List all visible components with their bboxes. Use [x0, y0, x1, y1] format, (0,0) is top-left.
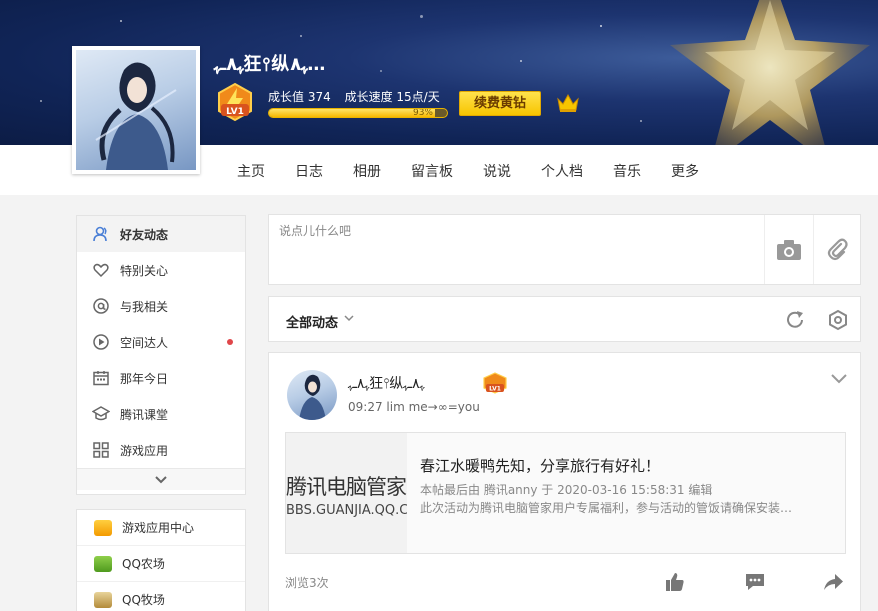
level-lightning-badge-icon[interactable]: LV1: [215, 82, 255, 122]
farm-icon: [94, 555, 112, 572]
sidebar-item-label: 好友动态: [120, 227, 169, 242]
sidebar-item-label: 特别关心: [120, 263, 169, 278]
nav-album[interactable]: 相册: [353, 161, 381, 181]
share-title[interactable]: 春江水暖鸭先知，分享旅行有好礼！: [420, 455, 660, 476]
sidebar-item-game-apps[interactable]: 游戏应用: [77, 432, 245, 468]
share-thumbnail: 腾讯电脑管家 BBS.GUANJIA.QQ.COM: [286, 433, 407, 553]
post-author-avatar[interactable]: [287, 370, 337, 420]
sidebar-item-on-this-day[interactable]: 那年今日: [77, 360, 245, 396]
post-author-name[interactable]: ﮩ٨ـﮩ狂⫯纵ﮩ٨ـﮩ: [348, 373, 424, 393]
ranch-icon: [94, 591, 112, 608]
settings-hexagon-icon[interactable]: [827, 309, 849, 331]
play-icon: [92, 333, 110, 351]
thumbnail-title: 腾讯电脑管家: [286, 475, 407, 499]
feed-filter-dropdown[interactable]: 全部动态: [286, 312, 338, 331]
paperclip-icon: [827, 238, 848, 260]
crown-icon[interactable]: [556, 93, 580, 113]
nav-shuoshuo[interactable]: 说说: [483, 161, 511, 181]
nav-home[interactable]: 主页: [237, 161, 265, 181]
feed-post: ﮩ٨ـﮩ狂⫯纵ﮩ٨ـﮩ LV1 09:27 lim me→∞=you 腾讯电脑管…: [268, 352, 861, 611]
profile-nickname[interactable]: ﮩ٨ـﮩ狂⫯纵ﮩ٨…: [214, 50, 325, 76]
level-badge-icon[interactable]: LV1: [482, 372, 508, 394]
svg-text:LV1: LV1: [489, 386, 501, 393]
sidebar-expand-button[interactable]: [77, 468, 245, 490]
growth-speed: 成长速度 15点/天: [344, 90, 440, 104]
left-sidebar: 好友动态 特别关心 与我相关 空间达人 那年今日 腾讯课堂 游戏应用: [76, 215, 246, 495]
app-item-label: QQ牧场: [122, 593, 165, 607]
renew-yellow-diamond-button[interactable]: 续费黄钻: [459, 91, 541, 116]
growth-progress-text: 93%: [412, 108, 433, 118]
chevron-down-icon[interactable]: [343, 313, 355, 323]
sidebar-item-friend-feed[interactable]: 好友动态: [77, 216, 245, 252]
camera-icon: [777, 239, 801, 260]
friends-icon: [92, 225, 110, 243]
comment-icon[interactable]: [744, 571, 766, 593]
growth-info: 成长值 374 成长速度 15点/天: [268, 88, 450, 105]
avatar-image: [76, 50, 196, 170]
sidebar-item-label: 与我相关: [120, 299, 169, 314]
app-item-label: QQ农场: [122, 557, 165, 571]
sidebar-item-label: 游戏应用: [120, 443, 169, 458]
sidebar-item-label: 那年今日: [120, 371, 169, 386]
app-item-qq-farm[interactable]: QQ农场: [77, 546, 245, 582]
sidebar-item-related-to-me[interactable]: 与我相关: [77, 288, 245, 324]
sidebar-item-tencent-classroom[interactable]: 腾讯课堂: [77, 396, 245, 432]
nav-more[interactable]: 更多: [671, 161, 699, 181]
thumbnail-subtitle: BBS.GUANJIA.QQ.COM: [286, 503, 407, 518]
post-time-and-tail: 09:27 lim me→∞=you: [348, 400, 480, 414]
growth-progress-bar: 93%: [268, 108, 448, 118]
like-icon[interactable]: [664, 571, 686, 593]
share-description: 此次活动为腾讯电脑管家用户专属福利，参与活动的管饭请确保安装…: [420, 501, 793, 515]
graduation-icon: [92, 405, 110, 423]
growth-value: 成长值 374: [268, 90, 331, 104]
at-icon: [92, 297, 110, 315]
growth-progress-fill: [269, 109, 435, 117]
chevron-down-icon[interactable]: [830, 373, 848, 385]
calendar-icon: [92, 369, 110, 387]
app-sidebar: 游戏应用中心 QQ农场 QQ牧场: [76, 509, 246, 611]
sidebar-item-special-care[interactable]: 特别关心: [77, 252, 245, 288]
glitter-star-decoration: [670, 0, 870, 145]
upload-photo-button[interactable]: [764, 215, 813, 284]
app-item-label: 游戏应用中心: [122, 521, 195, 535]
nav-message-board[interactable]: 留言板: [411, 161, 453, 181]
app-item-qq-ranch[interactable]: QQ牧场: [77, 582, 245, 611]
app-item-game-center[interactable]: 游戏应用中心: [77, 510, 245, 546]
heart-icon: [92, 261, 110, 279]
nav-music[interactable]: 音乐: [613, 161, 641, 181]
attach-link-button[interactable]: [813, 215, 862, 284]
post-composer: [268, 214, 861, 285]
nav-blog[interactable]: 日志: [295, 161, 323, 181]
feed-filter-bar: 全部动态: [268, 296, 861, 342]
sidebar-item-label: 空间达人: [120, 335, 169, 350]
profile-avatar[interactable]: [72, 46, 200, 174]
view-count: 浏览3次: [285, 576, 329, 590]
sidebar-item-space-expert[interactable]: 空间达人: [77, 324, 245, 360]
share-edit-info: 本帖最后由 腾讯anny 于 2020-03-16 15:58:31 编辑: [420, 483, 713, 497]
nav-profile[interactable]: 个人档: [541, 161, 583, 181]
game-center-icon: [94, 519, 112, 536]
shared-link-card[interactable]: 腾讯电脑管家 BBS.GUANJIA.QQ.COM 春江水暖鸭先知，分享旅行有好…: [285, 432, 846, 554]
sidebar-item-label: 腾讯课堂: [120, 407, 169, 422]
refresh-icon[interactable]: [784, 309, 806, 331]
chevron-down-icon: [155, 475, 167, 483]
svg-text:LV1: LV1: [226, 107, 244, 117]
share-arrow-icon[interactable]: [822, 571, 844, 593]
grid-icon: [92, 441, 110, 459]
status-input[interactable]: [269, 215, 764, 284]
notification-red-dot: [227, 339, 233, 345]
